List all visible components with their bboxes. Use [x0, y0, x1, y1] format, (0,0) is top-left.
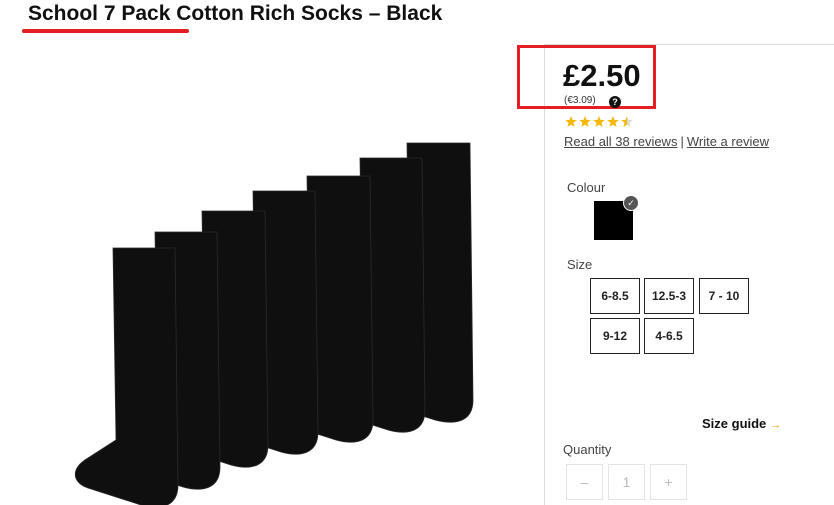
check-icon: ✓ [623, 195, 639, 211]
colour-label: Colour [567, 180, 606, 195]
size-guide-link[interactable]: Size guide → [702, 416, 781, 431]
quantity-increase-button[interactable]: + [650, 464, 687, 500]
size-option[interactable]: 7 - 10 [699, 278, 749, 314]
star-icon [607, 116, 619, 127]
size-option[interactable]: 6-8.5 [590, 278, 640, 314]
size-option[interactable]: 9-12 [590, 318, 640, 354]
star-icon [579, 116, 591, 127]
quantity-input[interactable]: 1 [608, 464, 645, 500]
size-option[interactable]: 12.5-3 [644, 278, 694, 314]
star-icon [565, 116, 577, 127]
product-image [74, 142, 474, 505]
arrow-right-icon: → [770, 419, 782, 431]
quantity-decrease-button[interactable]: – [566, 464, 603, 500]
panel-divider-vertical [544, 44, 545, 505]
sock-1 [74, 247, 179, 505]
help-icon[interactable]: ? [609, 96, 621, 108]
read-reviews-link[interactable]: Read all 38 reviews [564, 134, 677, 149]
quantity-label: Quantity [563, 442, 612, 457]
title-highlight-underline [22, 29, 189, 33]
size-option[interactable]: 4-6.5 [644, 318, 694, 354]
reviews-separator: | [680, 134, 684, 149]
size-label: Size [567, 257, 593, 272]
reviews-row: Read all 38 reviews | Write a review [564, 134, 769, 149]
rating-stars [565, 116, 633, 127]
price: £2.50 [563, 58, 641, 93]
size-guide-label: Size guide [702, 416, 767, 431]
product-title: School 7 Pack Cotton Rich Socks – Black [28, 2, 443, 25]
star-icon [593, 116, 605, 127]
write-review-link[interactable]: Write a review [687, 134, 769, 149]
star-icon [621, 116, 633, 127]
price-eur: (€3.09) [564, 95, 596, 106]
